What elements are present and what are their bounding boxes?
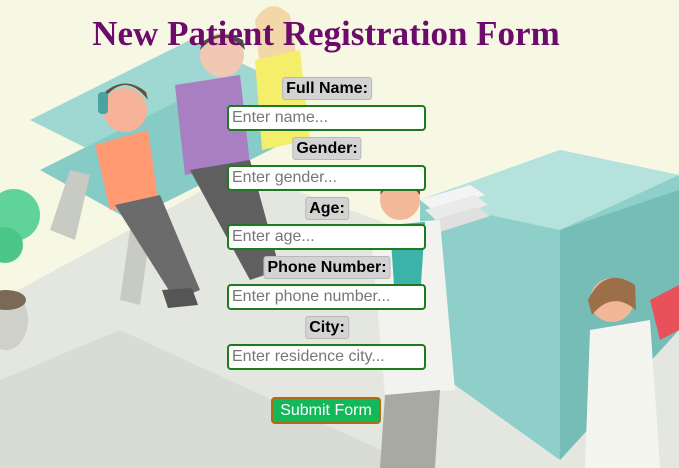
age-label: Age: (305, 197, 349, 220)
phone-number-input[interactable] (227, 284, 426, 310)
phone-number-label: Phone Number: (263, 256, 391, 279)
full-name-input[interactable] (227, 105, 426, 131)
full-name-label: Full Name: (282, 77, 372, 100)
page-title: New Patient Registration Form (92, 14, 560, 53)
submit-form-button[interactable]: Submit Form (271, 397, 381, 424)
city-label: City: (305, 316, 349, 339)
registration-form: New Patient Registration Form Full Name:… (0, 0, 679, 468)
age-input[interactable] (227, 224, 426, 250)
city-input[interactable] (227, 344, 426, 370)
gender-input[interactable] (227, 165, 426, 191)
gender-label: Gender: (292, 137, 362, 160)
